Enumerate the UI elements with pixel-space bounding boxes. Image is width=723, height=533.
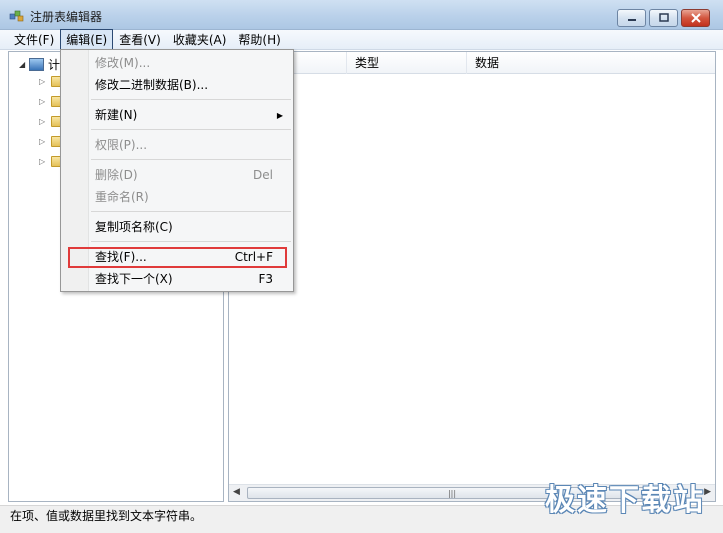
menu-item-label: 重命名(R)	[95, 190, 149, 204]
menu-item-delete[interactable]: 删除(D) Del	[95, 165, 273, 185]
minimize-button[interactable]	[617, 9, 646, 27]
menu-item-modify-binary[interactable]: 修改二进制数据(B)...	[95, 75, 273, 95]
menu-edit[interactable]: 编辑(E)	[60, 29, 114, 50]
menu-item-label: 删除(D)	[95, 168, 138, 182]
menu-item-label: 权限(P)...	[95, 138, 148, 152]
menu-item-label: 复制项名称(C)	[95, 220, 173, 234]
minimize-icon	[627, 19, 636, 21]
menu-separator	[91, 211, 291, 212]
registry-app-icon	[9, 10, 24, 22]
menu-item-find-next[interactable]: 查找下一个(X) F3	[95, 269, 273, 289]
menu-item-label: 修改(M)...	[95, 56, 151, 70]
menu-item-find[interactable]: 查找(F)... Ctrl+F	[95, 247, 273, 267]
expand-triangle-icon[interactable]: ▷	[39, 137, 51, 146]
menu-item-shortcut: Del	[253, 168, 273, 182]
edit-menu-dropdown: 修改(M)... 修改二进制数据(B)... 新建(N) ▶ 权限(P)... …	[60, 49, 294, 292]
menu-item-modify[interactable]: 修改(M)...	[95, 53, 273, 73]
menu-item-permissions[interactable]: 权限(P)...	[95, 135, 273, 155]
maximize-button[interactable]	[649, 9, 678, 27]
title-bar: 注册表编辑器	[0, 0, 723, 30]
expand-triangle-icon[interactable]: ▷	[39, 77, 51, 86]
menu-view[interactable]: 查看(V)	[113, 29, 167, 50]
column-header-type[interactable]: 类型	[347, 52, 467, 74]
tree-root-computer[interactable]: ◢ 计	[19, 56, 60, 73]
menu-help[interactable]: 帮助(H)	[232, 29, 286, 50]
close-button[interactable]	[681, 9, 710, 27]
expand-triangle-icon[interactable]: ▷	[39, 157, 51, 166]
menu-separator	[91, 99, 291, 100]
collapse-triangle-icon[interactable]: ◢	[19, 60, 29, 69]
expand-triangle-icon[interactable]: ▷	[39, 97, 51, 106]
grip-icon: |||	[447, 488, 457, 498]
menu-item-shortcut: Ctrl+F	[234, 250, 273, 264]
menu-separator	[91, 159, 291, 160]
menu-separator	[91, 241, 291, 242]
menu-item-new[interactable]: 新建(N)	[95, 105, 273, 125]
list-header: 类型 数据	[229, 52, 715, 74]
column-header-data[interactable]: 数据	[467, 52, 715, 74]
submenu-arrow-icon: ▶	[276, 111, 283, 120]
close-icon	[690, 13, 701, 23]
menu-item-rename[interactable]: 重命名(R)	[95, 187, 273, 207]
computer-icon	[29, 58, 44, 71]
menu-item-shortcut: F3	[258, 272, 273, 286]
maximize-icon	[658, 13, 669, 22]
window-title: 注册表编辑器	[30, 10, 103, 24]
menu-item-label: 新建(N)	[95, 108, 138, 122]
menu-favorites[interactable]: 收藏夹(A)	[167, 29, 233, 50]
menu-item-label: 查找下一个(X)	[95, 272, 173, 286]
scroll-right-icon[interactable]: ▶	[704, 487, 711, 497]
menu-separator	[91, 129, 291, 130]
menu-item-label: 修改二进制数据(B)...	[95, 78, 209, 92]
menu-item-copy-key-name[interactable]: 复制项名称(C)	[95, 217, 273, 237]
registry-values-pane[interactable]: 类型 数据 ◀ ||| ▶	[228, 51, 716, 502]
watermark-logo: 极速下载站	[545, 483, 705, 518]
expand-triangle-icon[interactable]: ▷	[39, 117, 51, 126]
menu-bar: 文件(F) 编辑(E) 查看(V) 收藏夹(A) 帮助(H)	[0, 29, 723, 50]
status-text: 在项、值或数据里找到文本字符串。	[10, 509, 203, 523]
menu-file[interactable]: 文件(F)	[8, 29, 60, 50]
tree-root-label: 计	[48, 58, 61, 72]
menu-item-label: 查找(F)...	[95, 250, 147, 264]
scroll-left-icon[interactable]: ◀	[233, 487, 240, 497]
